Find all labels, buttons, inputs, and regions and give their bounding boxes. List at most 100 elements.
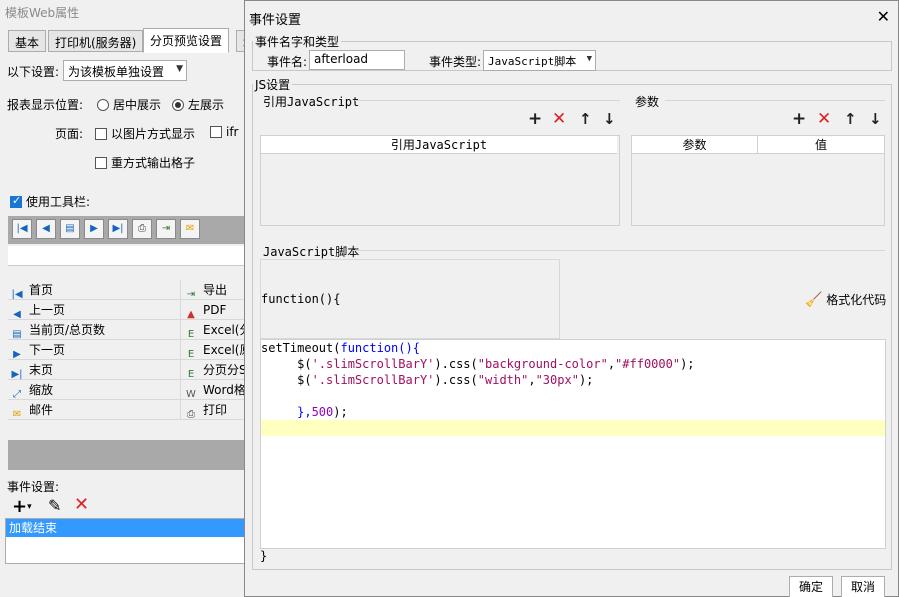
use-toolbar-checkbox[interactable]: 使用工具栏: xyxy=(10,193,90,210)
first-page-icon[interactable]: |◀ xyxy=(12,219,32,239)
column-header-reference-js[interactable]: 引用JavaScript xyxy=(261,136,617,154)
divider xyxy=(353,250,885,251)
tab-printer-server[interactable]: 打印机(服务器) xyxy=(48,30,144,52)
window-title: 模板Web属性 xyxy=(5,6,80,20)
toolbar-preview: |◀ ◀ ▤ ▶ ▶| ⎙ ⇥ ✉ xyxy=(8,216,259,244)
excel-icon: E xyxy=(187,369,195,380)
print-icon: ⎙ xyxy=(187,409,195,420)
code-token: ); xyxy=(680,357,695,371)
add-event-icon[interactable]: +▾ xyxy=(12,496,32,517)
params-table: 参数 值 xyxy=(631,135,885,226)
setting-combo[interactable]: 为该模板单独设置 ▼ xyxy=(63,60,187,81)
close-icon[interactable]: ✕ xyxy=(877,7,890,26)
code-string: '.slimScrollBarY' xyxy=(311,357,435,371)
column-header-param[interactable]: 参数 xyxy=(632,136,758,154)
tab-basic[interactable]: 基本 xyxy=(8,30,47,52)
table-row[interactable]: ◀ 上一页 ▲ PDF xyxy=(8,300,259,320)
setting-combo-value: 为该模板单独设置 xyxy=(68,65,165,79)
check-repeat-output[interactable]: 重方式输出格子 xyxy=(95,154,195,171)
add-reference-icon[interactable]: + xyxy=(528,111,542,128)
checkbox-icon xyxy=(210,126,222,138)
code-string: "30px" xyxy=(535,373,579,387)
code-line: },500); xyxy=(261,404,885,420)
prev-page-icon: ◀ xyxy=(13,309,21,320)
check-image-mode[interactable]: 以图片方式显示 xyxy=(95,125,195,142)
event-name-input[interactable]: afterload xyxy=(309,50,405,70)
table-cell: 打印 xyxy=(203,403,228,417)
next-page-icon[interactable]: ▶ xyxy=(84,219,104,239)
code-number: 500 xyxy=(311,405,334,419)
event-list: 加载结束 xyxy=(5,518,259,564)
check-iframe[interactable]: ifr xyxy=(210,125,239,139)
table-row[interactable]: ▤ 当前页/总页数 E Excel(分 xyxy=(8,320,259,340)
first-page-icon: |◀ xyxy=(11,289,23,300)
delete-reference-icon[interactable]: ✕ xyxy=(552,111,566,128)
table-row[interactable]: ▶ 下一页 E Excel(原 xyxy=(8,340,259,360)
event-type-label: 事件类型: xyxy=(429,55,482,69)
code-string: "width" xyxy=(477,373,529,387)
table-row[interactable]: ✉ 邮件 ⎙ 打印 xyxy=(8,400,259,420)
code-token: ).css( xyxy=(434,357,478,371)
edit-event-icon[interactable]: ✎ xyxy=(48,496,61,515)
function-signature: function(){ xyxy=(261,292,341,306)
reference-js-table: 引用JavaScript xyxy=(260,135,620,226)
cancel-button[interactable]: 取消 xyxy=(841,576,885,597)
chevron-down-icon: ▼ xyxy=(586,54,592,64)
excel-icon: E xyxy=(187,349,195,360)
table-row[interactable]: |◀ 首页 ⇥ 导出 xyxy=(8,280,259,300)
table-cell: 下一页 xyxy=(29,343,66,357)
group-legend: JS设置 xyxy=(255,78,291,92)
event-name-label: 事件名: xyxy=(267,55,308,69)
ok-button[interactable]: 确定 xyxy=(789,576,833,597)
radio-left[interactable]: 左展示 xyxy=(172,96,224,113)
export-icon[interactable]: ⇥ xyxy=(156,219,176,239)
delete-event-icon[interactable]: ✕ xyxy=(74,494,89,515)
table-row[interactable]: ▶| 末页 E 分页分Sh xyxy=(8,360,259,380)
table-cell: 上一页 xyxy=(29,303,66,317)
export-icon: ⇥ xyxy=(186,289,196,300)
toolbar-buttons-table: |◀ 首页 ⇥ 导出 ◀ 上一页 ▲ PDF ▤ 当前页/总页数 E Excel(分 ▶ 下一… xyxy=(8,280,259,420)
code-token: ); xyxy=(578,373,594,387)
add-param-icon[interactable]: + xyxy=(792,111,806,128)
code-string: "background-color" xyxy=(477,357,608,371)
table-cell: 邮件 xyxy=(29,403,54,417)
format-code-button[interactable]: 🧹 格式化代码 xyxy=(805,291,886,308)
checkbox-icon xyxy=(95,128,107,140)
table-cell: 缩放 xyxy=(29,383,54,397)
code-token: setTimeout( xyxy=(261,341,341,355)
prev-page-icon[interactable]: ◀ xyxy=(36,219,56,239)
use-toolbar-label: 使用工具栏: xyxy=(26,195,91,209)
toolbar-blank-row xyxy=(8,246,259,266)
mail-icon[interactable]: ✉ xyxy=(180,219,200,239)
radio-center[interactable]: 居中展示 xyxy=(97,96,161,113)
params-heading: 参数 xyxy=(635,95,660,109)
radio-left-icon xyxy=(172,99,184,111)
delete-param-icon[interactable]: ✕ xyxy=(817,111,831,128)
dialog-title: 事件设置 xyxy=(249,13,302,28)
code-token: ).css( xyxy=(434,373,478,387)
event-type-select[interactable]: JavaScript脚本 ▼ xyxy=(483,50,596,71)
last-page-icon[interactable]: ▶| xyxy=(108,219,128,239)
page-number-icon[interactable]: ▤ xyxy=(60,219,80,239)
checkbox-icon xyxy=(95,157,107,169)
move-up-icon[interactable]: ↑ xyxy=(579,111,592,128)
code-editor[interactable]: setTimeout(function(){ $('.slimScrollBar… xyxy=(260,339,886,549)
reference-js-heading: 引用JavaScript xyxy=(263,95,360,109)
move-down-icon[interactable]: ↓ xyxy=(869,111,882,128)
print-icon[interactable]: ⎙ xyxy=(132,219,152,239)
tab-page-preview[interactable]: 分页预览设置 xyxy=(143,28,230,53)
column-header-value[interactable]: 值 xyxy=(758,136,884,154)
check-image-label: 以图片方式显示 xyxy=(111,127,196,141)
script-heading: JavaScript脚本 xyxy=(263,245,360,259)
code-line: $('.slimScrollBarY').css("width","30px")… xyxy=(261,372,885,388)
event-settings-label: 事件设置: xyxy=(7,480,60,494)
code-token: , xyxy=(528,373,536,387)
move-down-icon[interactable]: ↓ xyxy=(603,111,616,128)
current-line xyxy=(261,420,885,436)
display-position-label: 报表显示位置: xyxy=(7,98,84,112)
event-list-item[interactable]: 加载结束 xyxy=(6,519,259,537)
code-token: ); xyxy=(333,405,348,419)
table-row[interactable]: ⤢ 缩放 W Word格式 xyxy=(8,380,259,400)
move-up-icon[interactable]: ↑ xyxy=(844,111,857,128)
broom-icon: 🧹 xyxy=(805,292,823,308)
